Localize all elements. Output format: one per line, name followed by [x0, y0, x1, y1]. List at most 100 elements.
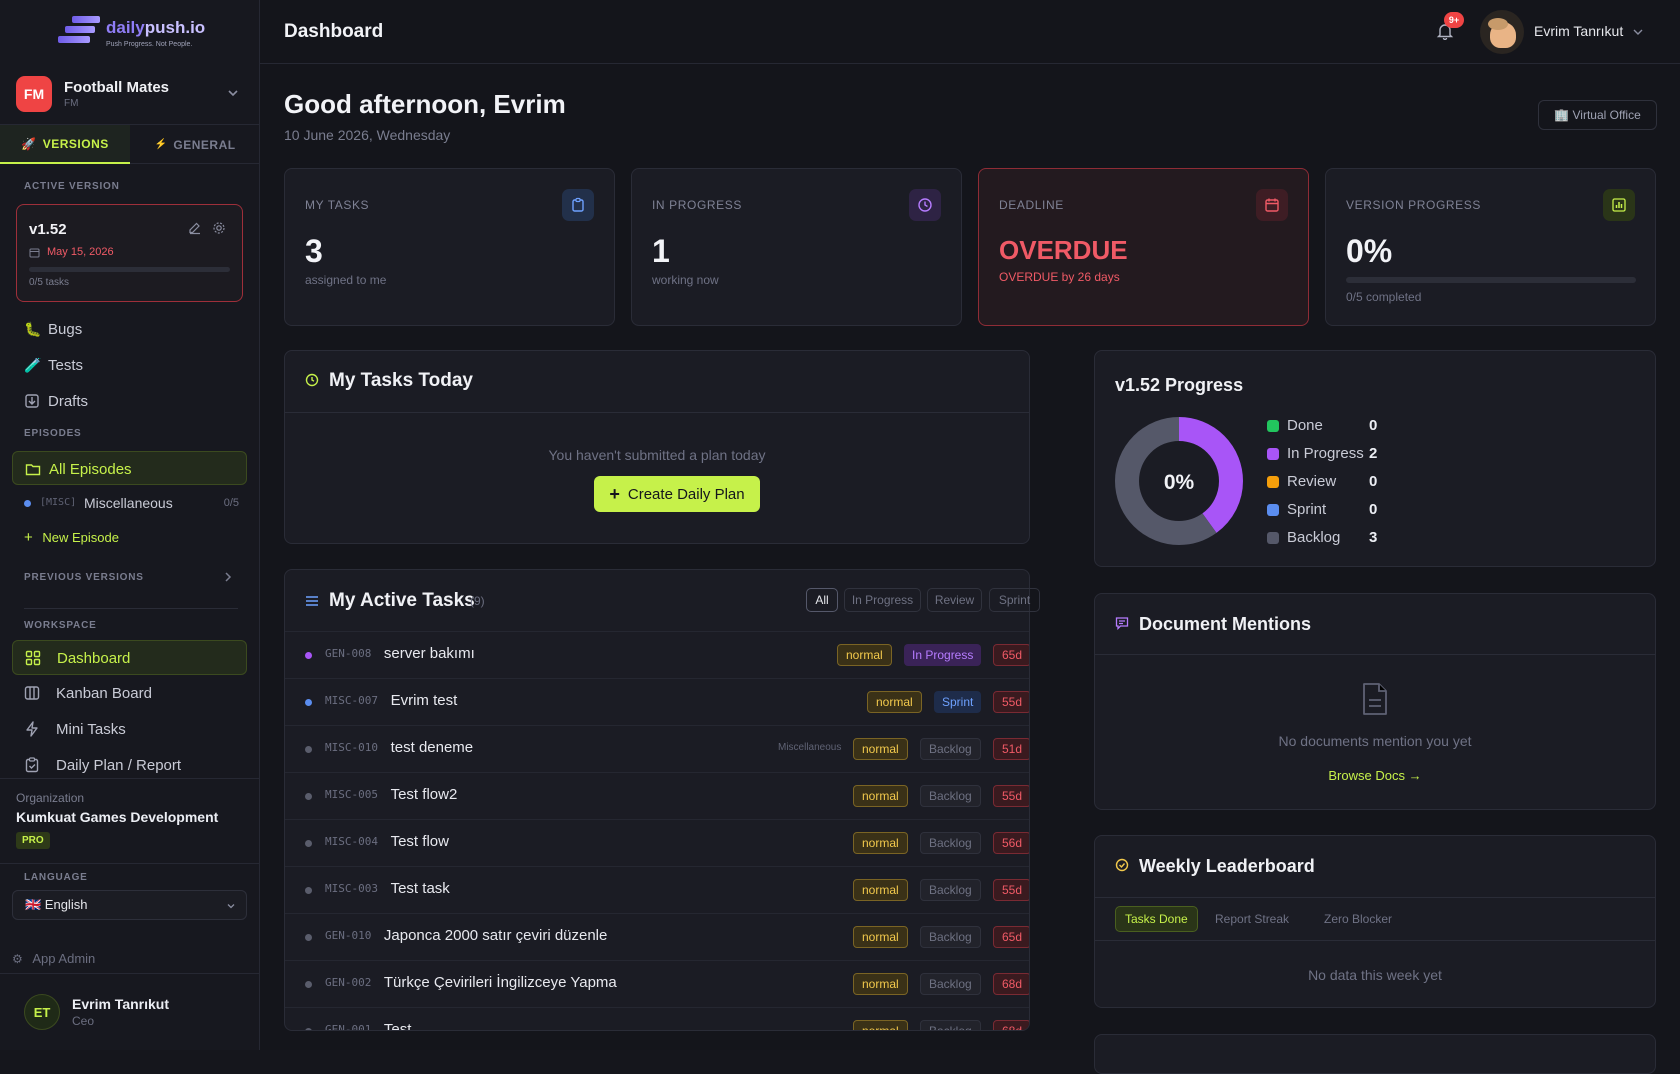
table-row[interactable]: MISC-005 Test flow2 55d Backlog normal — [285, 772, 1029, 819]
legend-item: Sprint 0 — [1267, 500, 1407, 520]
filter-review[interactable]: Review — [927, 588, 982, 612]
browse-docs-link[interactable]: Browse Docs → — [1095, 768, 1655, 783]
version-progress-bar — [1346, 277, 1636, 283]
status-dot — [305, 934, 312, 941]
active-version-heading: ACTIVE VERSION — [24, 181, 120, 192]
sidebar-item-bugs[interactable]: 🐛 Bugs — [12, 312, 247, 346]
user-avatar[interactable] — [1480, 10, 1524, 54]
next-panel — [1094, 1034, 1656, 1074]
table-row[interactable]: GEN-008 server bakımı 65d In Progress normal — [285, 631, 1029, 678]
task-title: Evrim test — [390, 692, 458, 709]
message-icon — [1115, 617, 1129, 630]
sidebar-item-drafts[interactable]: Drafts — [12, 384, 247, 418]
workspace-name: Football Mates — [64, 79, 170, 96]
legend-label: Done — [1287, 417, 1323, 434]
table-row[interactable]: MISC-010 test deneme 51d Backlog normal Misce… — [285, 725, 1029, 772]
sidebar-item-daily-plan[interactable]: Daily Plan / Report — [12, 748, 247, 782]
greeting-date: 10 June 2026, Wednesday — [284, 127, 451, 143]
edit-icon[interactable] — [188, 221, 202, 235]
status-dot — [305, 746, 312, 753]
table-row[interactable]: GEN-001 Test 68d Backlog normal — [285, 1007, 1029, 1030]
previous-versions-toggle[interactable]: PREVIOUS VERSIONS — [24, 572, 144, 583]
sidebar-item-all-episodes[interactable]: All Episodes — [12, 451, 247, 485]
table-row[interactable]: MISC-004 Test flow 56d Backlog normal — [285, 819, 1029, 866]
chevron-down-icon — [228, 90, 238, 97]
sidebar-item-label: Daily Plan / Report — [56, 757, 182, 774]
priority-badge: normal — [867, 691, 922, 713]
user-profile[interactable]: ET Evrim Tanrıkut Ceo — [0, 973, 260, 1050]
bar-chart-icon — [1603, 189, 1635, 221]
legend-label: In Progress — [1287, 445, 1364, 462]
kanban-icon — [24, 686, 40, 700]
episode-miscellaneous[interactable]: [MISC] Miscellaneous 0/5 — [24, 494, 239, 514]
sidebar-item-label: Drafts — [48, 393, 89, 410]
legend-label: Backlog — [1287, 529, 1341, 546]
chevron-down-icon[interactable] — [1632, 26, 1644, 38]
tab-general[interactable]: ⚡ GENERAL — [130, 125, 260, 164]
new-episode-label: New Episode — [42, 530, 119, 545]
empty-state-text: No documents mention you yet — [1278, 733, 1472, 749]
days-badge: 55d — [993, 785, 1029, 807]
active-tasks-panel: My Active Tasks (9) GEN-008 server bakımı… — [284, 569, 1030, 1031]
filter-in-progress[interactable]: In Progress — [844, 588, 921, 612]
chevron-right-icon[interactable] — [222, 571, 234, 583]
status-badge: Backlog — [920, 879, 981, 901]
status-badge: Backlog — [920, 973, 981, 995]
stat-card-version-progress[interactable]: VERSION PROGRESS 0% 0/5 completed — [1325, 168, 1656, 326]
sidebar-item-dashboard[interactable]: Dashboard — [12, 640, 247, 675]
inbox-icon — [25, 394, 39, 408]
tab-report-streak[interactable]: Report Streak — [1215, 912, 1289, 926]
legend-swatch — [1267, 420, 1279, 432]
tab-zero-blocker[interactable]: Zero Blocker — [1324, 912, 1392, 926]
plan-badge: PRO — [16, 832, 50, 849]
version-tasks: 0/5 tasks — [29, 277, 70, 288]
create-daily-plan-label: Create Daily Plan — [627, 485, 745, 503]
create-daily-plan-button[interactable]: + Create Daily Plan — [594, 476, 760, 512]
legend-label: Review — [1287, 473, 1337, 490]
bug-icon: 🐛 — [24, 321, 42, 337]
table-row[interactable]: MISC-003 Test task 55d Backlog normal — [285, 866, 1029, 913]
task-title: Test flow2 — [390, 786, 458, 803]
app-admin-label: App Admin — [32, 951, 96, 966]
stat-card-in-progress[interactable]: IN PROGRESS 1 working now — [631, 168, 962, 326]
sidebar-item-mini-tasks[interactable]: Mini Tasks — [12, 712, 247, 746]
workspace-switcher[interactable]: FM Football Mates FM — [16, 76, 246, 116]
stat-sub: assigned to me — [305, 273, 387, 287]
legend-swatch — [1267, 532, 1279, 544]
new-episode-button[interactable]: + New Episode — [24, 529, 119, 546]
tab-versions[interactable]: 🚀 VERSIONS — [0, 125, 130, 164]
filter-all[interactable]: All — [806, 588, 838, 612]
virtual-office-button[interactable]: 🏢 Virtual Office — [1538, 100, 1657, 130]
legend-item: Done 0 — [1267, 416, 1407, 436]
organization-block: Organization Kumkuat Games Development P… — [0, 778, 260, 864]
stat-label: DEADLINE — [999, 198, 1064, 212]
gear-icon[interactable] — [212, 221, 226, 235]
version-date: May 15, 2026 — [47, 246, 114, 258]
task-code: MISC-007 — [325, 694, 378, 707]
episodes-heading: EPISODES — [24, 428, 82, 439]
brand-logo[interactable]: dailypush.io Push Progress. Not People. — [56, 14, 216, 50]
table-row[interactable]: GEN-010 Japonca 2000 satır çeviri düzenle… — [285, 913, 1029, 960]
priority-badge: normal — [853, 832, 908, 854]
status-badge: In Progress — [904, 644, 982, 666]
active-version-card[interactable]: v1.52 May 15, 2026 0/5 tasks — [16, 204, 243, 302]
language-select[interactable]: 🇬🇧 English — [12, 890, 247, 920]
sidebar-item-kanban[interactable]: Kanban Board — [12, 676, 247, 710]
gear-icon: ⚙ — [12, 952, 23, 966]
sidebar-item-tests[interactable]: 🧪 Tests — [12, 348, 247, 382]
sidebar-item-label: Mini Tasks — [56, 721, 126, 738]
filter-sprint[interactable]: Sprint — [989, 588, 1040, 612]
legend-value: 0 — [1369, 473, 1378, 490]
days-badge: 56d — [993, 832, 1029, 854]
stat-card-deadline[interactable]: DEADLINE OVERDUE OVERDUE by 26 days — [978, 168, 1309, 326]
table-row[interactable]: MISC-007 Evrim test 55d Sprint normal — [285, 678, 1029, 725]
table-row[interactable]: GEN-002 Türkçe Çevirileri İngilizceye Yap… — [285, 960, 1029, 1007]
app-admin-link[interactable]: ⚙ App Admin — [12, 951, 95, 966]
tab-tasks-done[interactable]: Tasks Done — [1115, 906, 1198, 932]
divider — [285, 412, 1029, 413]
greeting-title: Good afternoon, Evrim — [284, 89, 566, 119]
legend-swatch — [1267, 476, 1279, 488]
stat-card-my-tasks[interactable]: MY TASKS 3 assigned to me — [284, 168, 615, 326]
divider — [1095, 654, 1655, 655]
topbar-user-name[interactable]: Evrim Tanrıkut — [1534, 23, 1623, 39]
